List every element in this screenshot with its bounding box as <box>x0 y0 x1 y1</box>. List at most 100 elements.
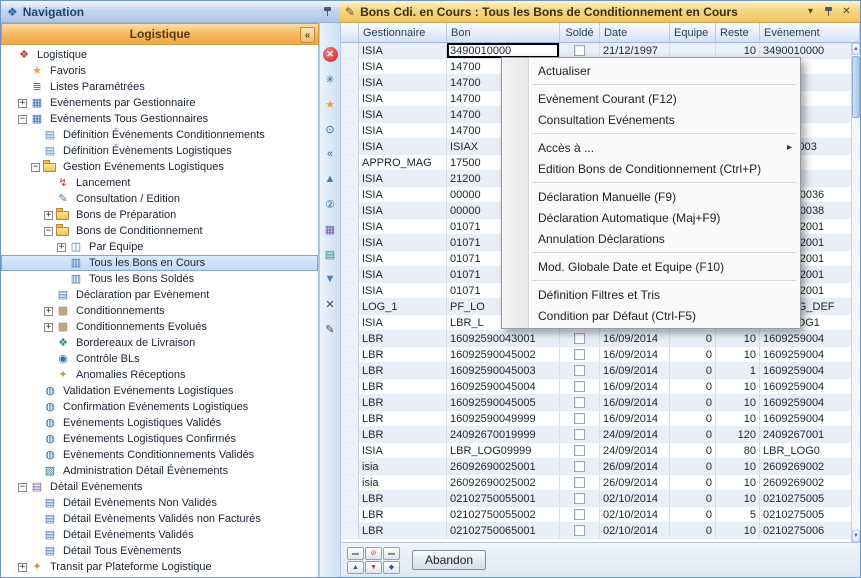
collapse-panel-button[interactable]: « <box>300 27 315 43</box>
down-arrow-button[interactable]: ▼ <box>322 271 338 287</box>
solde-checkbox[interactable] <box>574 461 585 472</box>
expand-icon[interactable]: + <box>18 563 27 572</box>
tree-item-evenements-logistiques-confirmes[interactable]: ◍Evénements Logistiques Confirmés <box>1 431 318 447</box>
table-row[interactable]: LBR2409267001999924/09/20140120240926700… <box>341 427 860 443</box>
tree-item-bons-de-preparation[interactable]: +Bons de Préparation <box>1 207 318 223</box>
layers-button[interactable]: ▤ <box>322 246 338 262</box>
expand-icon[interactable]: + <box>57 243 66 252</box>
table-row[interactable]: LBR1609259004999916/09/20140101609259004 <box>341 411 860 427</box>
tree-item-transit-par-plateforme-logistique[interactable]: +✦Transit par Plateforme Logistique <box>1 559 318 575</box>
tree-item-listes-parametrees[interactable]: ≣Listes Paramétrées <box>1 79 318 95</box>
column-header-equipe[interactable]: Equipe <box>670 23 716 43</box>
table-row[interactable]: LBR1609259004300116/09/20140101609259004 <box>341 331 860 347</box>
tree-item-evenements-tous-gestionnaires[interactable]: −▦Evènements Tous Gestionnaires <box>1 111 318 127</box>
table-row[interactable]: isia2609269002500126/09/2014010260926900… <box>341 459 860 475</box>
chevron-down-icon[interactable]: ▾ <box>803 4 818 19</box>
menu-item-definition-filtres-et-tris[interactable]: Définition Filtres et Tris <box>502 284 800 305</box>
tree-item-tous-les-bons-soldes[interactable]: ▥Tous les Bons Soldés <box>1 271 318 287</box>
pin-icon[interactable] <box>823 5 834 18</box>
footer-cancel-button[interactable]: ⊘ <box>365 547 382 560</box>
menu-item-acces-a[interactable]: Accès à ...▸ <box>502 137 800 158</box>
menu-item-evenement-courant-f12[interactable]: Evènement Courant (F12) <box>502 88 800 109</box>
tree-item-evenements-logistiques-valides[interactable]: ◍Evénements Logistiques Validés <box>1 415 318 431</box>
solde-checkbox[interactable] <box>574 525 585 536</box>
collapse-icon[interactable]: − <box>18 483 27 492</box>
table-row[interactable]: ISIALBR_LOG0999924/09/2014080LBR_LOG0 <box>341 443 860 459</box>
tree-item-logistique[interactable]: ❖Logistique <box>1 47 318 63</box>
calendar-button[interactable]: ▦ <box>322 221 338 237</box>
up-arrow-button[interactable]: ▲ <box>322 171 338 187</box>
scroll-up-icon[interactable]: ▲ <box>852 43 860 55</box>
tree-item-confirmation-evenements-logistiques[interactable]: ◍Confirmation Evénements Logistiques <box>1 399 318 415</box>
tree-item-detail-evenements-valides[interactable]: ▤Détail Evénements Validés <box>1 527 318 543</box>
footer-dash-button[interactable]: ▬ <box>347 547 364 560</box>
menu-item-declaration-automatique-maj-f9[interactable]: Déclaration Automatique (Maj+F9) <box>502 207 800 228</box>
tree-item-conditionnements[interactable]: +▩Conditionnements <box>1 303 318 319</box>
table-row[interactable]: isia2609269002500226/09/2014010260926900… <box>341 475 860 491</box>
menu-item-mod-globale-date-et-equipe-f10[interactable]: Mod. Globale Date et Equipe (F10) <box>502 256 800 277</box>
footer-down-button[interactable]: ▼ <box>365 561 382 574</box>
menu-item-edition-bons-de-conditionnement-ctrl-p[interactable]: Edition Bons de Conditionnement (Ctrl+P) <box>502 158 800 179</box>
tree-item-detail-evenements-non-valides[interactable]: ▤Détail Evènements Non Validés <box>1 495 318 511</box>
scroll-down-icon[interactable]: ▼ <box>852 530 860 542</box>
tree-item-conditionnements-evolues[interactable]: +▩Conditionnements Evolués <box>1 319 318 335</box>
tree-item-anomalies-receptions[interactable]: ✦Anomalies Réceptions <box>1 367 318 383</box>
delete-button[interactable]: ✕ <box>322 296 338 312</box>
tree-item-validation-evenements-logistiques[interactable]: ◍Validation Evénements Logistiques <box>1 383 318 399</box>
scrollbar-track[interactable] <box>852 119 860 530</box>
close-icon[interactable]: ✕ <box>839 4 854 19</box>
tree-item-consultation-edition[interactable]: ✎Consultation / Edition <box>1 191 318 207</box>
tree-item-declaration-par-evenement[interactable]: ▤Déclaration par Evènement <box>1 287 318 303</box>
solde-checkbox[interactable] <box>574 509 585 520</box>
tree-item-detail-tous-evenements[interactable]: ▤Détail Tous Evènements <box>1 543 318 559</box>
table-row[interactable]: LBR1609259004500216/09/20140101609259004 <box>341 347 860 363</box>
solde-checkbox[interactable] <box>574 413 585 424</box>
edit-button[interactable]: ✎ <box>322 321 338 337</box>
table-row[interactable]: LBR0210275005500202/10/2014050210275005 <box>341 507 860 523</box>
solde-checkbox[interactable] <box>574 365 585 376</box>
solde-checkbox[interactable] <box>574 381 585 392</box>
settings-button[interactable]: ✳ <box>322 71 338 87</box>
tree-item-gestion-evenements-logistiques[interactable]: −Gestion Evénements Logistiques <box>1 159 318 175</box>
column-header-bon[interactable]: Bon <box>447 23 560 43</box>
pin-icon[interactable] <box>322 5 333 18</box>
tree-item-par-equipe[interactable]: +◫Par Equipe <box>1 239 318 255</box>
search-button[interactable]: ⊙ <box>322 121 338 137</box>
solde-checkbox[interactable] <box>574 445 585 456</box>
footer-up-button[interactable]: ▲ <box>347 561 364 574</box>
column-header-date[interactable]: Date <box>600 23 670 43</box>
expand-icon[interactable]: + <box>44 323 53 332</box>
scrollbar-thumb[interactable] <box>852 56 860 118</box>
close-panel-button[interactable]: ✕ <box>323 47 338 62</box>
expand-icon[interactable]: + <box>44 307 53 316</box>
row-indicator-header[interactable] <box>341 23 359 43</box>
circled-2-button[interactable]: ② <box>322 196 338 212</box>
tree-item-definition-evenements-logistiques[interactable]: ▤Définition Évènements Logistiques <box>1 143 318 159</box>
tree-item-detail-evenements[interactable]: −▤Détail Evènements <box>1 479 318 495</box>
column-header-reste[interactable]: Reste <box>716 23 760 43</box>
tree-item-lancement[interactable]: ↯Lancement <box>1 175 318 191</box>
menu-item-consultation-evenements[interactable]: Consultation Evénements <box>502 109 800 130</box>
abandon-button[interactable]: Abandon <box>412 550 486 570</box>
tree-item-controle-bls[interactable]: ◉Contrôle BLs <box>1 351 318 367</box>
vertical-scrollbar[interactable]: ▲ ▼ <box>851 43 860 542</box>
menu-item-annulation-declarations[interactable]: Annulation Déclarations <box>502 228 800 249</box>
solde-checkbox[interactable] <box>574 477 585 488</box>
solde-checkbox[interactable] <box>574 397 585 408</box>
menu-item-condition-par-defaut-ctrl-f5[interactable]: Condition par Défaut (Ctrl-F5) <box>502 305 800 326</box>
collapse-icon[interactable]: − <box>18 115 27 124</box>
table-row[interactable]: LBR1609259004500316/09/2014011609259004 <box>341 363 860 379</box>
table-row[interactable]: LBR1609259004500416/09/20140101609259004 <box>341 379 860 395</box>
footer-eject-button[interactable]: ◆ <box>383 561 400 574</box>
expand-icon[interactable]: + <box>44 211 53 220</box>
tree-item-bordereaux-de-livraison[interactable]: ❖Bordereaux de Livraison <box>1 335 318 351</box>
menu-item-declaration-manuelle-f9[interactable]: Déclaration Manuelle (F9) <box>502 186 800 207</box>
solde-checkbox[interactable] <box>574 493 585 504</box>
tree-item-bons-de-conditionnement[interactable]: −Bons de Conditionnement <box>1 223 318 239</box>
tree-item-evenements-conditionnements-valides[interactable]: ◍Evènements Conditionnements Validés <box>1 447 318 463</box>
tree-item-definition-evenements-conditionnements[interactable]: ▤Définition Événements Conditionnements <box>1 127 318 143</box>
table-row[interactable]: LBR1609259004500516/09/20140101609259004 <box>341 395 860 411</box>
solde-checkbox[interactable] <box>574 429 585 440</box>
column-header-gestionnaire[interactable]: Gestionnaire <box>359 23 447 43</box>
tree-item-administration-detail-evenements[interactable]: ▧Administration Détail Évènements <box>1 463 318 479</box>
